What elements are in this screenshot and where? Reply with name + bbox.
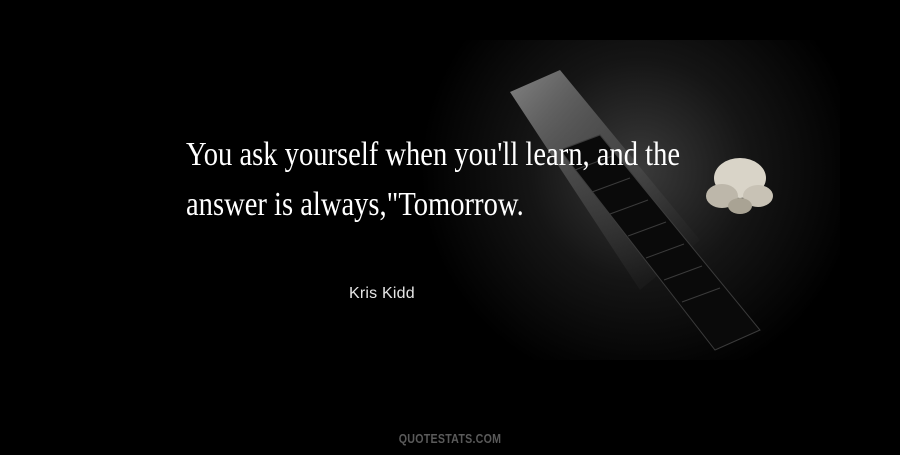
- quote-author: Kris Kidd: [349, 285, 415, 302]
- quote-line-1: You ask yourself when you'll learn, and …: [186, 136, 681, 173]
- quote-line-2: answer is always,"Tomorrow.: [186, 186, 524, 223]
- quote-text: You ask yourself when you'll learn, and …: [186, 130, 681, 230]
- site-watermark: QUOTESTATS.COM: [398, 431, 502, 446]
